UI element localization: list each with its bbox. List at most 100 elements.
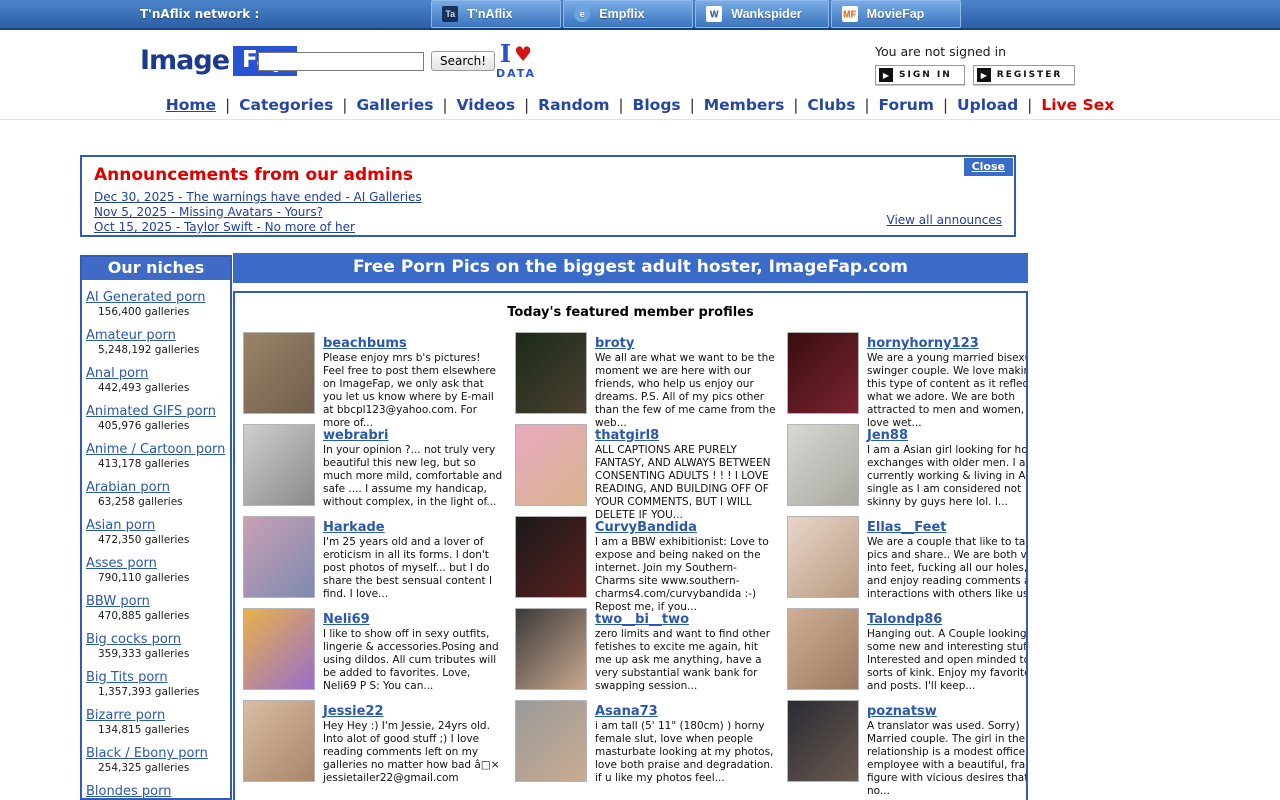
- niche-link[interactable]: Asian porn: [86, 518, 155, 533]
- profile-thumbnail[interactable]: [515, 608, 587, 690]
- network-site-button[interactable]: MF MovieFap: [831, 0, 961, 28]
- profile-thumbnail[interactable]: [787, 332, 859, 414]
- nav-link[interactable]: Members: [704, 96, 785, 114]
- niche-link[interactable]: Arabian porn: [86, 480, 170, 495]
- nav-link[interactable]: Random: [538, 96, 609, 114]
- main-nav: Home | Categories | Galleries | Videos |…: [0, 92, 1280, 120]
- nav-link[interactable]: Categories: [239, 96, 333, 114]
- profile-username-link[interactable]: two__bi__two: [595, 612, 689, 627]
- niche-gallery-count: 1,357,393 galleries: [98, 686, 228, 699]
- page-title-banner: Free Porn Pics on the biggest adult host…: [233, 253, 1028, 283]
- niche-link[interactable]: Bizarre porn: [86, 708, 165, 723]
- niche-link[interactable]: Asses porn: [86, 556, 157, 571]
- niche-link[interactable]: AI Generated porn: [86, 290, 206, 305]
- profile-username-link[interactable]: Neli69: [323, 612, 370, 627]
- nav-separator: |: [681, 96, 704, 114]
- profile-description: I am a Asian girl looking for horny exch…: [867, 444, 1028, 509]
- nav-link[interactable]: Clubs: [807, 96, 855, 114]
- niche-link[interactable]: Big Tits porn: [86, 670, 168, 685]
- network-site-label: T'nAflix: [467, 7, 512, 21]
- profile-username-link[interactable]: Ellas__Feet: [867, 520, 947, 535]
- profile-username-link[interactable]: hornyhorny123: [867, 336, 979, 351]
- profile-username-link[interactable]: Asana73: [595, 704, 658, 719]
- niche-gallery-count: 405,976 galleries: [98, 420, 228, 433]
- niche-item: Asian porn 472,350 galleries: [86, 514, 228, 547]
- profile-description: In your opinion ?... not truly very beau…: [323, 444, 505, 509]
- profile-username-link[interactable]: Harkade: [323, 520, 385, 535]
- profile-thumbnail[interactable]: [243, 608, 315, 690]
- profile-username-link[interactable]: broty: [595, 336, 634, 351]
- niche-item: Blondes porn 512,993 galleries: [86, 780, 228, 800]
- arrow-right-icon: ▶: [977, 68, 991, 82]
- announcements-list: Dec 30, 2025 - The warnings have ended -…: [94, 190, 1002, 235]
- nav-separator: |: [515, 96, 538, 114]
- profile-thumbnail[interactable]: [243, 700, 315, 782]
- nav-link[interactable]: Live Sex: [1041, 96, 1114, 114]
- profile-username-link[interactable]: CurvyBandida: [595, 520, 697, 535]
- profile-thumbnail[interactable]: [243, 516, 315, 598]
- profile-thumbnail[interactable]: [787, 424, 859, 506]
- announcement-link[interactable]: Nov 5, 2025 - Missing Avatars - Yours?: [94, 205, 1002, 220]
- profile-thumbnail[interactable]: [243, 332, 315, 414]
- niche-link[interactable]: Animated GIFS porn: [86, 404, 216, 419]
- announcement-link[interactable]: Oct 15, 2025 - Taylor Swift - No more of…: [94, 220, 1002, 235]
- network-site-label: Wankspider: [731, 7, 801, 21]
- member-profile-card: Jessie22 Hey Hey :) I'm Jessie, 24yrs ol…: [241, 700, 507, 792]
- profile-description: ALL CAPTIONS ARE PURELY FANTASY, AND ALW…: [595, 444, 777, 522]
- profile-username-link[interactable]: thatgirl8: [595, 428, 659, 443]
- nav-separator: |: [1018, 96, 1041, 114]
- sidebar-title: Our niches: [82, 257, 230, 280]
- profile-thumbnail[interactable]: [787, 608, 859, 690]
- profile-description: We all are what we want to be the moment…: [595, 352, 777, 430]
- profile-username-link[interactable]: webrabri: [323, 428, 389, 443]
- empflix-icon: e: [574, 6, 590, 22]
- member-profile-card: two__bi__two zero limits and want to fin…: [513, 608, 779, 700]
- profile-username-link[interactable]: poznatsw: [867, 704, 937, 719]
- nav-link[interactable]: Galleries: [356, 96, 433, 114]
- niche-list: AI Generated porn 156,400 galleries Amat…: [82, 280, 230, 800]
- profile-thumbnail[interactable]: [515, 700, 587, 782]
- nav-link[interactable]: Videos: [457, 96, 516, 114]
- search-button[interactable]: Search!: [431, 51, 495, 71]
- arrow-right-icon: ▶: [879, 68, 893, 82]
- profile-thumbnail[interactable]: [515, 424, 587, 506]
- i-love-data-logo[interactable]: I ♥ DATA: [496, 42, 536, 79]
- search-bar: Search!: [258, 51, 495, 71]
- niche-link[interactable]: BBW porn: [86, 594, 150, 609]
- niche-link[interactable]: Blondes porn: [86, 784, 171, 799]
- sign-in-button[interactable]: ▶ SIGN IN: [875, 65, 965, 85]
- profile-username-link[interactable]: Jessie22: [323, 704, 384, 719]
- niche-link[interactable]: Anal porn: [86, 366, 148, 381]
- niche-link[interactable]: Anime / Cartoon porn: [86, 442, 225, 457]
- member-profile-card: Harkade I'm 25 years old and a lover of …: [241, 516, 507, 608]
- profile-username-link[interactable]: Jen88: [867, 428, 908, 443]
- profile-thumbnail[interactable]: [515, 332, 587, 414]
- profile-username-link[interactable]: Talondp86: [867, 612, 942, 627]
- nav-link[interactable]: Blogs: [633, 96, 681, 114]
- member-profile-card: beachbums Please enjoy mrs b's pictures!…: [241, 332, 507, 424]
- member-profile-card: webrabri In your opinion ?... not truly …: [241, 424, 507, 516]
- nav-link[interactable]: Upload: [957, 96, 1018, 114]
- niche-link[interactable]: Black / Ebony porn: [86, 746, 208, 761]
- profile-thumbnail[interactable]: [243, 424, 315, 506]
- register-button[interactable]: ▶ REGISTER: [973, 65, 1076, 85]
- close-button[interactable]: Close: [964, 158, 1013, 176]
- view-all-announces-link[interactable]: View all announces: [887, 213, 1002, 228]
- announcement-link[interactable]: Dec 30, 2025 - The warnings have ended -…: [94, 190, 1002, 205]
- nav-link[interactable]: Forum: [879, 96, 934, 114]
- search-input[interactable]: [258, 52, 424, 71]
- profile-thumbnail[interactable]: [787, 700, 859, 782]
- profile-description: I'm 25 years old and a lover of eroticis…: [323, 536, 505, 601]
- profile-description: zero limits and want to find other fetis…: [595, 628, 777, 693]
- network-site-button[interactable]: e Empflix: [563, 0, 693, 28]
- niche-link[interactable]: Big cocks porn: [86, 632, 181, 647]
- niche-gallery-count: 156,400 galleries: [98, 306, 228, 319]
- profile-thumbnail[interactable]: [787, 516, 859, 598]
- network-site-button[interactable]: W Wankspider: [695, 0, 828, 28]
- profile-thumbnail[interactable]: [515, 516, 587, 598]
- niche-link[interactable]: Amateur porn: [86, 328, 176, 343]
- network-site-button[interactable]: Ta T'nAflix: [431, 0, 561, 28]
- nav-link[interactable]: Home: [166, 96, 216, 114]
- profile-username-link[interactable]: beachbums: [323, 336, 407, 351]
- niche-item: Bizarre porn 134,815 galleries: [86, 704, 228, 737]
